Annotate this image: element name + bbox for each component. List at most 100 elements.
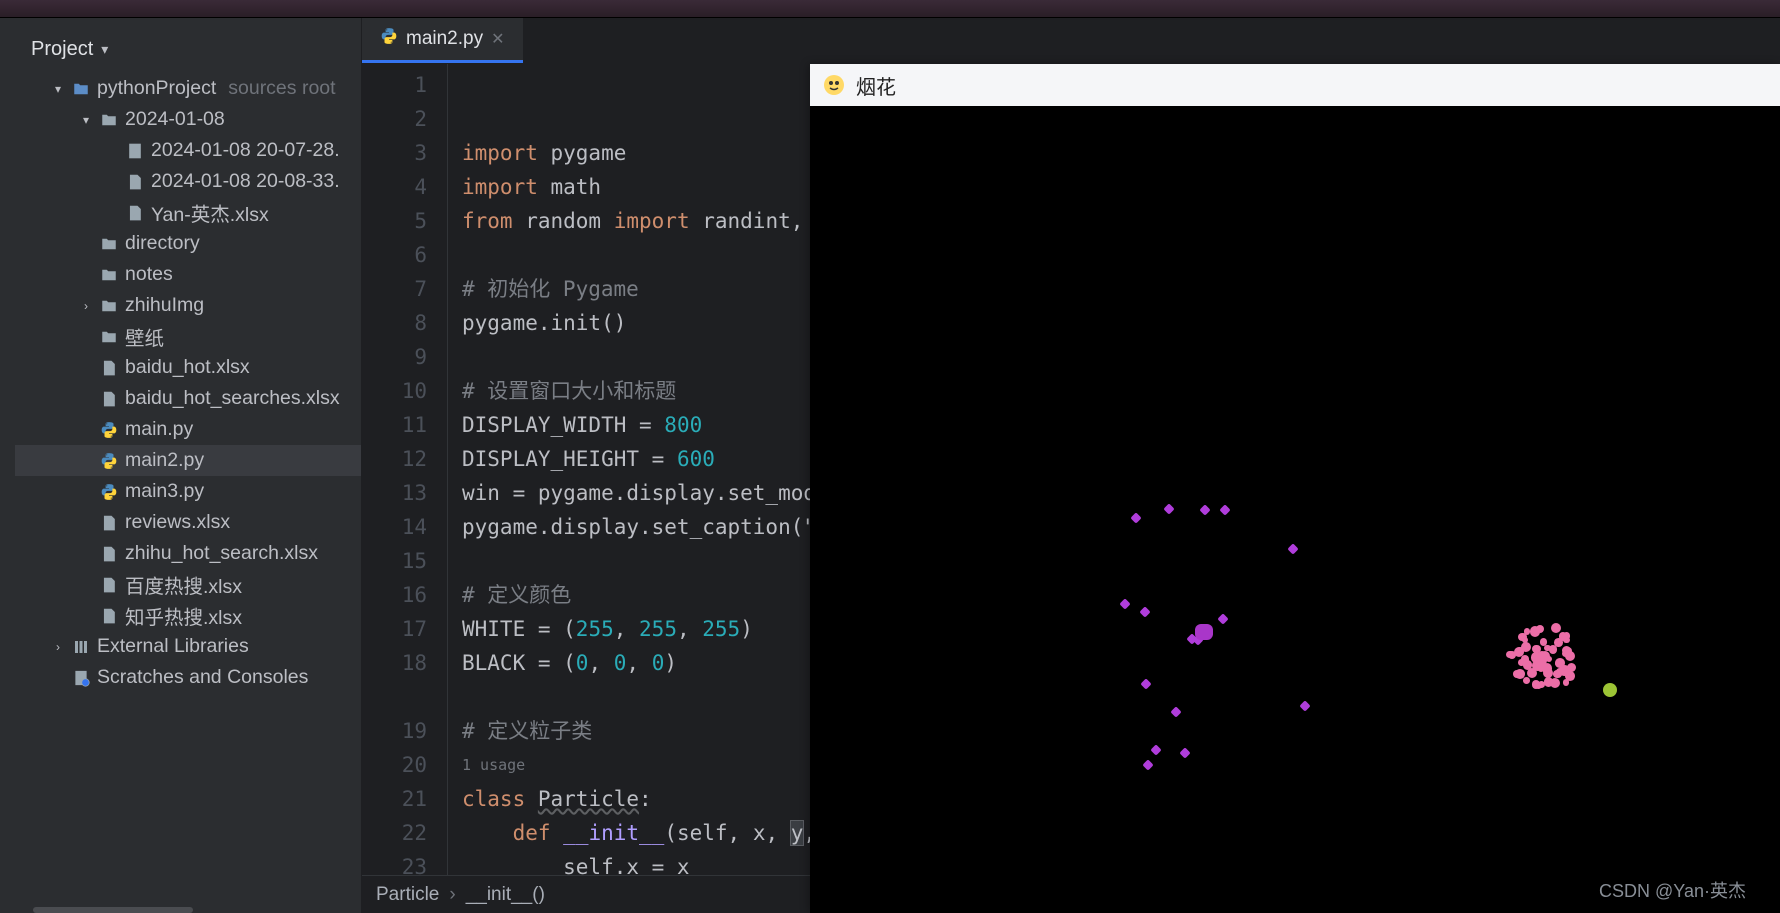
line-gutter: 1234567891011121314151617181920212223 bbox=[362, 64, 448, 875]
text-icon bbox=[125, 141, 145, 161]
project-sidebar: Project ▾ ▾pythonProjectsources root▾202… bbox=[15, 18, 362, 913]
pygame-title: 烟花 bbox=[856, 71, 896, 100]
editor-tabs: main2.py ✕ bbox=[362, 18, 1780, 64]
tree-item[interactable]: › zhihuImg bbox=[15, 290, 361, 321]
tree-item[interactable]: notes bbox=[15, 259, 361, 290]
file-icon: ? bbox=[125, 172, 145, 192]
particle bbox=[1287, 543, 1298, 554]
tree-item[interactable]: main2.py bbox=[15, 445, 361, 476]
particle bbox=[1527, 668, 1537, 678]
svg-text:?: ? bbox=[106, 614, 110, 621]
particle bbox=[1163, 503, 1174, 514]
tree-item-label: External Libraries bbox=[97, 635, 249, 658]
particle bbox=[1179, 747, 1190, 758]
tree-item-label: 2024-01-08 20-07-28. bbox=[151, 139, 340, 162]
tree-item-label: main3.py bbox=[125, 480, 204, 503]
particle bbox=[1603, 683, 1617, 697]
particle bbox=[1536, 625, 1544, 633]
project-header[interactable]: Project ▾ bbox=[15, 18, 361, 73]
tree-item-label: main2.py bbox=[125, 449, 204, 472]
tree-item[interactable]: ? baidu_hot.xlsx bbox=[15, 352, 361, 383]
tree-item-label: baidu_hot.xlsx bbox=[125, 356, 250, 379]
svg-text:?: ? bbox=[132, 211, 136, 218]
particle bbox=[1562, 646, 1571, 655]
particle bbox=[1140, 678, 1151, 689]
close-icon[interactable]: ✕ bbox=[491, 29, 504, 49]
tree-item[interactable]: ▾pythonProjectsources root bbox=[15, 73, 361, 104]
project-title: Project bbox=[31, 38, 93, 61]
folder-icon bbox=[99, 234, 119, 254]
tree-item-label: directory bbox=[125, 232, 200, 255]
tree-item-label: 知乎热搜.xlsx bbox=[125, 601, 242, 630]
tree-item-label: baidu_hot_searches.xlsx bbox=[125, 387, 340, 410]
python-icon bbox=[99, 420, 119, 440]
disclosure-icon[interactable]: › bbox=[79, 299, 93, 313]
tree-item[interactable]: ? 知乎热搜.xlsx bbox=[15, 600, 361, 631]
tab-label: main2.py bbox=[406, 28, 483, 50]
particle bbox=[1523, 677, 1530, 684]
tree-item[interactable]: 壁纸 bbox=[15, 321, 361, 352]
tab-main2[interactable]: main2.py ✕ bbox=[362, 18, 523, 63]
python-icon bbox=[99, 482, 119, 502]
file-icon: ? bbox=[99, 544, 119, 564]
svg-text:?: ? bbox=[132, 180, 136, 187]
tree-item[interactable]: 2024-01-08 20-07-28. bbox=[15, 135, 361, 166]
particle bbox=[1299, 700, 1310, 711]
particle bbox=[1199, 504, 1210, 515]
svg-text:?: ? bbox=[106, 397, 110, 404]
svg-text:?: ? bbox=[106, 521, 110, 528]
svg-text:?: ? bbox=[106, 366, 110, 373]
pygame-titlebar[interactable]: 烟花 bbox=[810, 64, 1780, 106]
tree-item-label: Yan-英杰.xlsx bbox=[151, 198, 269, 227]
tree-item[interactable]: ?百度热搜.xlsx bbox=[15, 569, 361, 600]
breadcrumb-part[interactable]: __init__() bbox=[466, 884, 545, 906]
disclosure-icon[interactable]: ▾ bbox=[51, 82, 65, 96]
disclosure-icon[interactable]: ▾ bbox=[79, 113, 93, 127]
tree-item[interactable]: ?reviews.xlsx bbox=[15, 507, 361, 538]
tree-item[interactable]: directory bbox=[15, 228, 361, 259]
particle bbox=[1544, 677, 1553, 686]
file-icon: ? bbox=[99, 389, 119, 409]
particle bbox=[1514, 647, 1524, 657]
tool-strip[interactable] bbox=[0, 18, 15, 913]
tree-item-label: notes bbox=[125, 263, 173, 286]
particle bbox=[1549, 645, 1558, 654]
project-tree[interactable]: ▾pythonProjectsources root▾2024-01-08202… bbox=[15, 73, 361, 901]
particle bbox=[1150, 744, 1161, 755]
tree-item[interactable]: Scratches and Consoles bbox=[15, 662, 361, 693]
file-icon: ? bbox=[99, 358, 119, 378]
horizontal-scrollbar[interactable] bbox=[33, 907, 193, 913]
particle bbox=[1524, 628, 1530, 634]
tree-item-label: zhihuImg bbox=[125, 294, 204, 317]
chevron-right-icon: › bbox=[449, 884, 455, 906]
file-icon: ? bbox=[99, 606, 119, 626]
folder-icon bbox=[99, 110, 119, 130]
disclosure-icon[interactable]: › bbox=[51, 640, 65, 654]
scratch-icon bbox=[71, 668, 91, 688]
particle bbox=[1130, 512, 1141, 523]
tree-item[interactable]: main.py bbox=[15, 414, 361, 445]
particle bbox=[1195, 624, 1213, 640]
particle bbox=[1142, 759, 1153, 770]
tree-item[interactable]: ?2024-01-08 20-08-33. bbox=[15, 166, 361, 197]
tree-item[interactable]: ?zhihu_hot_search.xlsx bbox=[15, 538, 361, 569]
tree-item[interactable]: › External Libraries bbox=[15, 631, 361, 662]
tree-item-label: 2024-01-08 bbox=[125, 108, 225, 131]
breadcrumb-part[interactable]: Particle bbox=[376, 884, 439, 906]
folder-icon bbox=[71, 79, 91, 99]
particle bbox=[1563, 679, 1569, 685]
particle bbox=[1139, 606, 1150, 617]
tree-item-label: pythonProject bbox=[97, 77, 216, 100]
tree-item[interactable]: ? Yan-英杰.xlsx bbox=[15, 197, 361, 228]
svg-text:?: ? bbox=[106, 552, 110, 559]
particle bbox=[1119, 598, 1130, 609]
tree-item-label: main.py bbox=[125, 418, 193, 441]
particle bbox=[1217, 613, 1228, 624]
particle bbox=[1219, 504, 1230, 515]
particle bbox=[1513, 670, 1521, 678]
tree-item[interactable]: main3.py bbox=[15, 476, 361, 507]
svg-text:?: ? bbox=[106, 583, 110, 590]
tree-item[interactable]: ▾ 2024-01-08 bbox=[15, 104, 361, 135]
tree-item[interactable]: ? baidu_hot_searches.xlsx bbox=[15, 383, 361, 414]
file-icon: ? bbox=[99, 575, 119, 595]
